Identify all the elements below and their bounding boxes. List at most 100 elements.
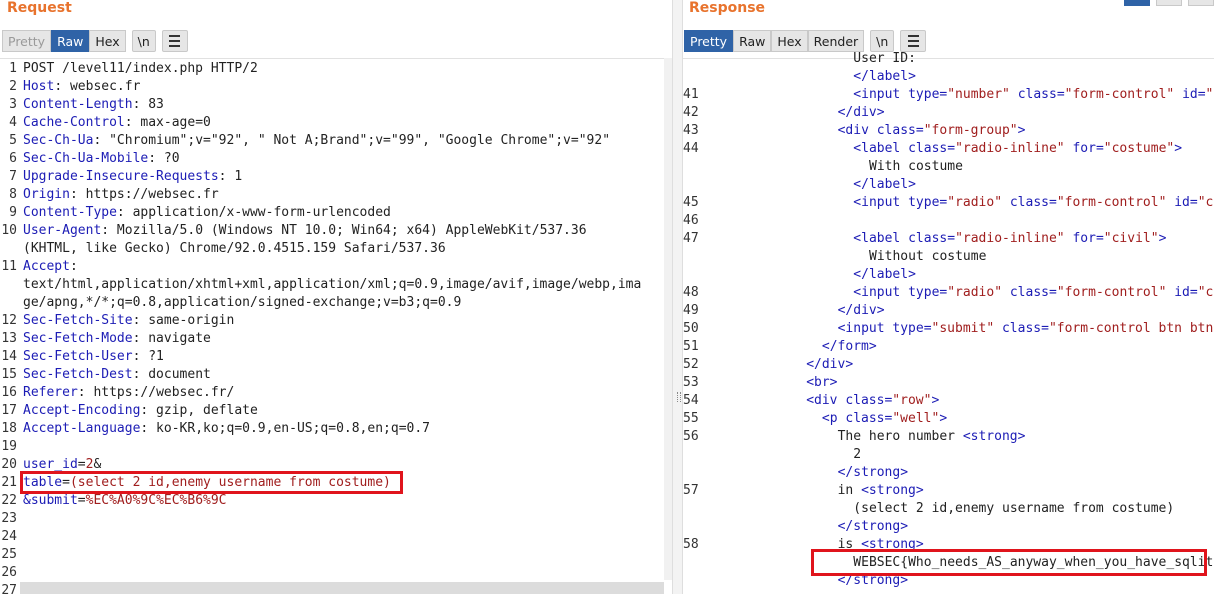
tab-pretty[interactable]: Pretty [684, 29, 734, 52]
tag: <strong> [962, 429, 1026, 444]
header-value: ?1 [140, 349, 164, 364]
line-number [683, 50, 698, 68]
header-name: Sec-Fetch-Mode [23, 331, 133, 346]
code-line: Sec-Fetch-User: ?1 [23, 349, 164, 364]
code-line: <div class="row"> [806, 392, 939, 410]
line-number: 45 [683, 195, 699, 210]
line-number: 22 [1, 493, 17, 508]
code-line: Sec-Ch-Ua-Mobile: ?0 [23, 151, 180, 166]
header-name: Referer [23, 385, 78, 400]
drag-handle-icon[interactable] [677, 392, 681, 402]
tag: <p [821, 411, 846, 426]
attribute-name: class= [1009, 195, 1057, 210]
tab-pretty[interactable]: Pretty [2, 29, 52, 52]
attribute-value: "form-control btn btn-def [1048, 321, 1214, 336]
tag: </label> [853, 267, 916, 282]
request-vertical-scrollbar[interactable] [664, 58, 672, 580]
header-name: Origin [23, 187, 70, 202]
header-value: same-origin [140, 313, 235, 328]
code-line: <input type="radio" class="form-control"… [853, 194, 1214, 212]
code-line: User ID: [853, 50, 916, 68]
line-number [0, 294, 17, 312]
layout-toggle[interactable] [1124, 0, 1214, 6]
newline-toggle-button[interactable]: \n [870, 29, 895, 52]
pane-divider[interactable] [672, 0, 683, 594]
attribute-value: "form-control" [1056, 285, 1167, 300]
line-number: 17 [1, 403, 17, 418]
line-number: 16 [1, 385, 17, 400]
request-editor[interactable]: 1 2 3 4 5 6 7 8 9 10 11 12 13 14 15 16 17 18 19 20 21 22 23 24 2… [0, 58, 672, 594]
attribute-name: class= [845, 393, 893, 408]
attribute-value: "well" [892, 411, 940, 426]
request-title: Request [7, 0, 72, 16]
tag: </strong> [837, 519, 909, 534]
code-line: </form> [822, 338, 877, 356]
tag: > [1017, 123, 1026, 138]
line-number: 13 [1, 331, 17, 346]
code-line: </div> [806, 356, 853, 374]
line-number [683, 266, 698, 284]
menu-icon[interactable] [900, 29, 927, 52]
line-number: 4 [9, 115, 17, 130]
attribute-name: class= [1001, 321, 1049, 336]
line-number: 52 [683, 357, 699, 372]
tab-raw[interactable]: Raw [51, 29, 90, 52]
line-number: 47 [683, 231, 699, 246]
tag: > [1174, 141, 1183, 156]
line-number: 20 [1, 457, 17, 472]
attribute-value: "civil [1197, 285, 1214, 300]
line-number: 26 [1, 565, 17, 580]
line-number: 24 [1, 529, 17, 544]
code-line: Accept-Encoding: gzip, deflate [23, 403, 258, 418]
header-value: "Chromium";v="92", " Not A;Brand";v="99"… [101, 133, 611, 148]
header-value: 83 [140, 97, 164, 112]
attribute-value: "radio-inline" [955, 231, 1065, 246]
param-name: user_id [23, 457, 78, 472]
response-pane: Response Pretty Raw Hex Render \n 41 42 43… [683, 0, 1214, 594]
code-line: <div class="form-group"> [838, 122, 1026, 140]
line-number [683, 158, 698, 176]
tag: </div> [837, 303, 885, 318]
header-name: Sec-Ch-Ua-Mobile [23, 151, 149, 166]
layout-split-icon[interactable] [1124, 0, 1150, 6]
attribute-value: "row" [892, 393, 932, 408]
header-value: navigate [140, 331, 211, 346]
code-line: Referer: https://websec.fr/ [23, 385, 235, 400]
layout-horizontal-icon[interactable] [1156, 0, 1182, 6]
tab-raw[interactable]: Raw [733, 29, 772, 52]
line-number: 56 [683, 429, 699, 444]
layout-tabs-icon[interactable] [1188, 0, 1214, 6]
attribute-name: class= [1009, 285, 1057, 300]
header-value: application/x-www-form-urlencoded [124, 205, 391, 220]
header-name: Accept-Language [23, 421, 141, 436]
line-number: 9 [9, 205, 17, 220]
header-value: gzip, deflate [148, 403, 258, 418]
tag: <input [837, 321, 893, 336]
text: 2 [853, 447, 862, 462]
header-name: Sec-Fetch-Dest [23, 367, 133, 382]
line-number: 44 [683, 141, 699, 156]
request-horizontal-scrollbar[interactable] [20, 582, 664, 594]
tab-hex[interactable]: Hex [89, 29, 126, 52]
response-editor[interactable]: 41 42 43 44 45 46 47 48 49 50 51 52 53 54 55 56 57 58 Use… [683, 51, 1214, 594]
newline-toggle-button[interactable]: \n [131, 29, 156, 52]
code-line: Accept: [23, 259, 78, 274]
menu-icon[interactable] [161, 29, 188, 52]
line-number: 10 [1, 223, 17, 238]
request-pane: Request Pretty Raw Hex \n 1 2 3 4 5 6 7 8 9 10 11 1… [0, 0, 672, 594]
code-line: </div> [838, 104, 885, 122]
line-number: 15 [1, 367, 17, 382]
tab-render[interactable]: Render [807, 29, 865, 52]
code-line: Content-Type: application/x-www-form-url… [23, 205, 391, 220]
code-line: <input type="submit" class="form-control… [838, 320, 1214, 338]
text [1174, 87, 1182, 102]
response-title: Response [689, 0, 766, 16]
tag: <label [853, 231, 909, 246]
line-number: 55 [683, 411, 699, 426]
line-number [683, 464, 698, 482]
code-line: Origin: https://websec.fr [23, 187, 219, 202]
attribute-name: type= [892, 321, 932, 336]
text: POST /level11/index.php HTTP/2 [23, 61, 258, 76]
tab-hex[interactable]: Hex [771, 29, 808, 52]
line-number: 58 [683, 537, 699, 552]
